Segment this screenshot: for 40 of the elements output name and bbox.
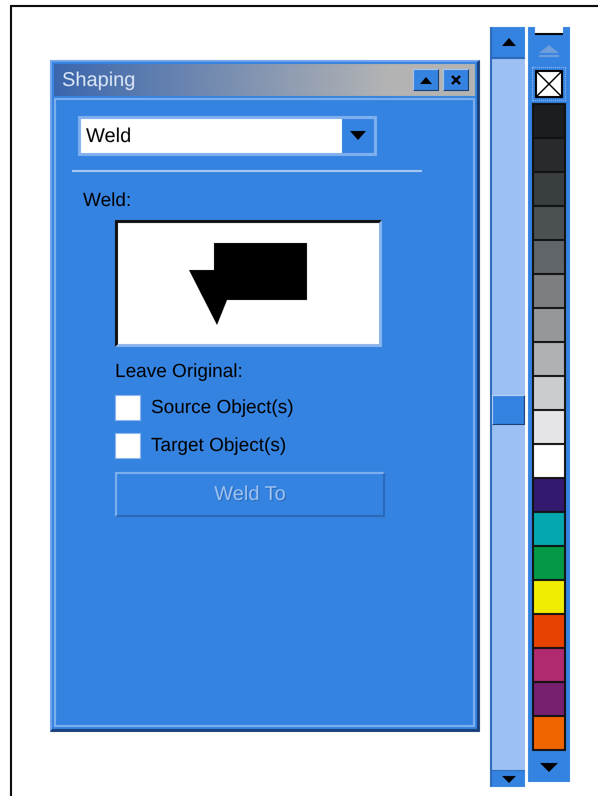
color-swatch[interactable] [532, 409, 566, 445]
mode-dropdown[interactable]: Weld [78, 116, 377, 156]
close-icon [451, 75, 461, 85]
up-arrow-icon [420, 76, 432, 84]
checkbox-label: Target Object(s) [151, 435, 286, 457]
color-swatch[interactable] [532, 511, 566, 547]
color-swatch[interactable] [532, 579, 566, 615]
color-swatch[interactable] [532, 647, 566, 683]
color-swatch[interactable] [532, 103, 566, 139]
section-label: Weld: [83, 190, 132, 212]
color-swatch[interactable] [532, 375, 566, 411]
palette-down-arrow-icon[interactable] [540, 763, 558, 773]
color-swatch[interactable] [532, 239, 566, 275]
color-swatch[interactable] [532, 613, 566, 649]
window-title: Shaping [62, 68, 136, 92]
color-swatch[interactable] [532, 205, 566, 241]
color-swatch[interactable] [532, 545, 566, 581]
palette-edge-swatch [535, 27, 563, 35]
leave-original-label: Leave Original: [115, 361, 244, 383]
close-button[interactable] [443, 69, 469, 91]
color-swatch[interactable] [532, 443, 566, 479]
color-swatch[interactable] [532, 341, 566, 377]
checkbox[interactable] [115, 433, 141, 459]
color-swatch[interactable] [532, 307, 566, 343]
scrollbar[interactable] [490, 27, 525, 787]
scroll-down-button[interactable] [492, 770, 525, 787]
no-color-swatch[interactable] [532, 67, 566, 101]
color-swatch[interactable] [532, 171, 566, 207]
up-arrow-icon [502, 38, 516, 46]
scroll-thumb[interactable] [492, 395, 525, 425]
checkbox-label: Source Object(s) [151, 397, 294, 419]
color-swatch[interactable] [532, 681, 566, 717]
scroll-up-button[interactable] [492, 27, 525, 59]
color-swatch[interactable] [532, 715, 566, 751]
color-swatch[interactable] [532, 477, 566, 513]
color-swatch[interactable] [532, 273, 566, 309]
color-swatch[interactable] [532, 137, 566, 173]
down-arrow-icon [502, 776, 516, 782]
checkbox[interactable] [115, 395, 141, 421]
collapse-button[interactable] [413, 69, 439, 91]
